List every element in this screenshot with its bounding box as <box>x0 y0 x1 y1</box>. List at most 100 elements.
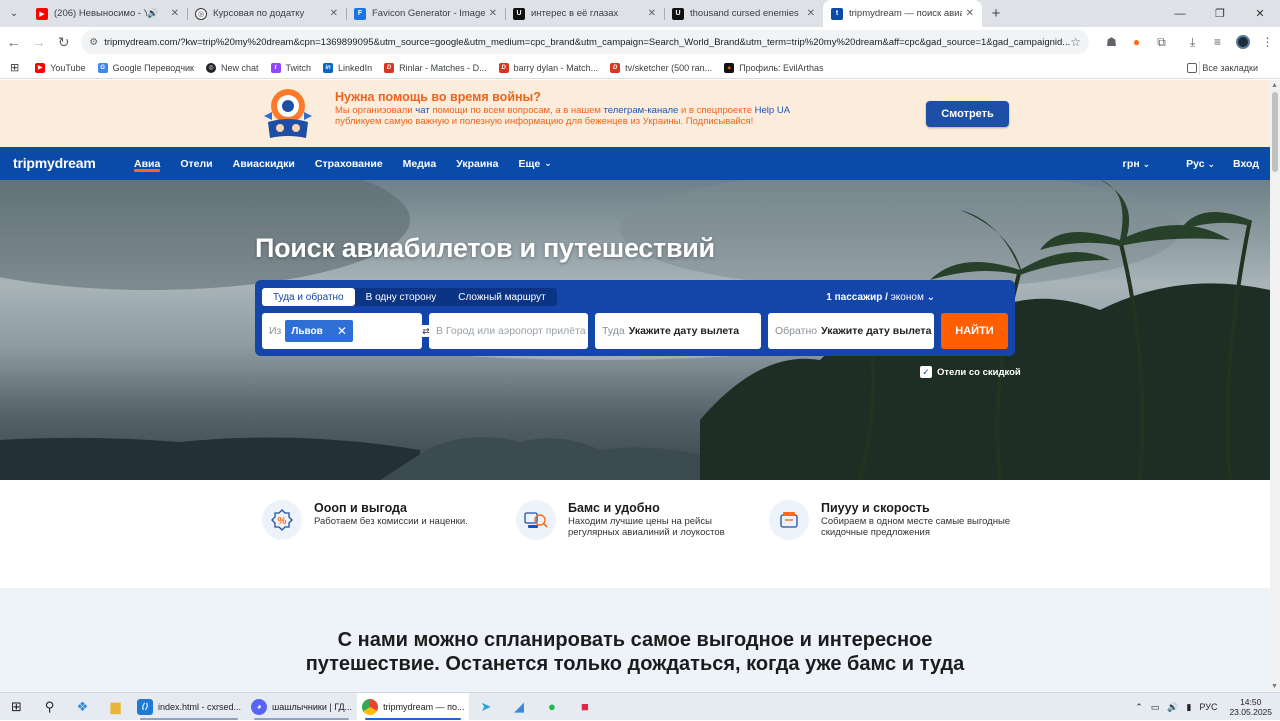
extension-icon[interactable]: ● <box>1124 30 1149 54</box>
scroll-up-icon[interactable]: ▲ <box>1271 82 1278 89</box>
bookmark-youtube[interactable]: ▶ YouTube <box>35 62 86 73</box>
back-button[interactable]: ← <box>2 29 25 55</box>
jetbrains-icon[interactable]: ■ <box>568 693 601 721</box>
profile-avatar[interactable] <box>1230 30 1255 54</box>
copilot-icon[interactable]: ❖ <box>66 693 99 721</box>
tab-tripmydream[interactable]: t tripmydream — поиск авиабилетов ✕ <box>823 0 982 27</box>
telegram-icon[interactable]: ➤ <box>469 693 502 721</box>
vpn-icon[interactable]: ◢ <box>502 693 535 721</box>
extension-icon[interactable]: ☗ <box>1099 30 1124 54</box>
return-value: Укажите дату вылета <box>821 325 932 337</box>
forward-button[interactable]: → <box>27 29 50 55</box>
bookmark-label: Все закладки <box>1202 62 1258 73</box>
to-field[interactable]: В Город или аэропорт прилёта <box>429 313 588 349</box>
tab-coursework[interactable]: ◎ Курсовая по додатку ✕ <box>187 0 346 27</box>
bookmark-faceit[interactable]: ▲ Профиль: EvilArthas <box>724 62 824 73</box>
translate-icon: G <box>97 62 108 73</box>
from-field[interactable]: Из Львов ✕ <box>262 313 422 349</box>
taskbar-app-discord[interactable]: ◕ шашлычники | ГД... <box>246 693 357 721</box>
bookmark-translate[interactable]: G Google Переводчик <box>97 62 194 73</box>
page-scrollbar[interactable]: ▲ ▼ <box>1270 80 1280 692</box>
banner-view-button[interactable]: Смотреть <box>926 101 1009 127</box>
reload-button[interactable]: ↻ <box>52 29 75 55</box>
close-icon[interactable]: ✕ <box>330 8 338 19</box>
remove-icon[interactable]: ✕ <box>337 324 347 338</box>
new-tab-button[interactable]: + <box>982 0 1010 27</box>
language-label: Рус <box>1186 157 1205 170</box>
tab-interest[interactable]: U интерес в её глазах ✕ <box>505 0 664 27</box>
tab-youtube[interactable]: ▶ (206) Невыносимо - YouTube 🔊 ✕ <box>28 0 187 27</box>
clock[interactable]: 14:50 23.05.2025 <box>1229 697 1272 717</box>
return-date-field[interactable]: Обратно Укажите дату вылета <box>768 313 934 349</box>
taskbar-app-chrome[interactable]: tripmydream — по... <box>357 692 470 721</box>
search-icon[interactable]: ⚲ <box>33 693 66 721</box>
menu-icon[interactable]: ⋮ <box>1255 30 1280 54</box>
login-link[interactable]: Вход <box>1233 158 1259 170</box>
minimize-button[interactable]: — <box>1160 0 1200 27</box>
bookmark-label: LinkedIn <box>338 62 373 73</box>
nav-hotels[interactable]: Отели <box>180 147 212 180</box>
bookmark-label: Профиль: EvilArthas <box>739 62 824 73</box>
bookmark-new-chat[interactable]: ◎ New chat <box>206 62 259 73</box>
bookmark-twitch[interactable]: t Twitch <box>270 62 311 73</box>
network-icon[interactable]: ▭ <box>1151 702 1160 713</box>
close-icon[interactable]: ✕ <box>648 8 656 19</box>
search-button[interactable]: НАЙТИ <box>941 313 1008 349</box>
input-language[interactable]: РУС <box>1199 702 1217 712</box>
tab-search-button[interactable]: ⌄ <box>0 0 28 27</box>
depart-date-field[interactable]: Туда Укажите дату вылета <box>595 313 761 349</box>
site-info-icon[interactable]: ⚙ <box>89 37 98 48</box>
nav-insurance[interactable]: Страхование <box>315 147 383 180</box>
apps-grid-icon[interactable]: ⊞ <box>10 61 19 74</box>
nav-deals[interactable]: Авиаскидки <box>233 147 295 180</box>
close-icon[interactable]: ✕ <box>171 8 179 19</box>
site-logo[interactable]: tripmydream <box>13 155 96 171</box>
bookmark-star-icon[interactable]: ☆ <box>1070 35 1081 49</box>
banner-helpua-link[interactable]: Help UA <box>755 105 790 116</box>
currency-select[interactable]: грн ⌄ <box>1105 158 1151 170</box>
tab-thousand-cursed[interactable]: U thousand cursed enemies ✕ <box>664 0 823 27</box>
volume-icon[interactable]: 🔊 <box>1167 702 1178 713</box>
chevron-up-icon[interactable]: ⌃ <box>1135 702 1143 713</box>
close-icon[interactable]: ✕ <box>807 8 815 19</box>
bookmark-sketcher[interactable]: Dtv/sketcher (500 ran... <box>610 62 712 73</box>
spotify-icon[interactable]: ● <box>535 693 568 721</box>
taskbar-app-vscode[interactable]: ⟨⟩ index.html - cxrsed... <box>132 693 246 721</box>
nav-ukraine[interactable]: Украина <box>456 147 498 180</box>
scrollbar-thumb[interactable] <box>1272 92 1278 172</box>
tab-multi-city[interactable]: Сложный маршрут <box>447 288 556 306</box>
close-icon[interactable]: ✕ <box>966 8 974 19</box>
address-bar[interactable]: ⚙ tripmydream.com/?kw=trip%20my%20dream&… <box>81 30 1089 54</box>
passengers-select[interactable]: 1 пассажир / эконом ⌄ <box>826 292 935 303</box>
scroll-down-icon[interactable]: ▼ <box>1271 683 1278 690</box>
nav-media[interactable]: Медиа <box>403 147 437 180</box>
battery-icon[interactable]: ▮ <box>1186 702 1191 713</box>
close-icon[interactable]: ✕ <box>489 8 497 19</box>
bookmark-rinlar[interactable]: D Rinlar - Matches - D... <box>384 62 487 73</box>
language-select[interactable]: Рус ⌄ <box>1168 158 1215 170</box>
banner-telegram-link[interactable]: телеграм-канале <box>604 105 679 116</box>
bookmark-linkedin[interactable]: in LinkedIn <box>323 62 373 73</box>
tab-favicon-generator[interactable]: F Favicon Generator - Image to Favicon ✕ <box>346 0 505 27</box>
bookmarks-bar: ⊞ ▶ YouTube G Google Переводчик ◎ New chat … <box>0 57 1280 79</box>
nav-more[interactable]: Еще ⌄ <box>518 147 551 180</box>
download-icon[interactable]: ⤓ <box>1180 30 1205 54</box>
windows-start-icon[interactable]: ⊞ <box>0 693 33 721</box>
tab-round-trip[interactable]: Туда и обратно <box>262 288 355 306</box>
restore-button[interactable]: ❐ <box>1200 0 1240 27</box>
depart-value: Укажите дату вылета <box>628 325 740 337</box>
audio-icon[interactable]: 🔊 <box>147 8 158 19</box>
nav-avia[interactable]: Авиа <box>134 147 161 180</box>
banner-text-part: помощи по всем вопросам, а в нашем <box>429 105 604 116</box>
from-label: Из <box>269 325 282 337</box>
tab-strip: ⌄ ▶ (206) Невыносимо - YouTube 🔊 ✕ ◎ Кур… <box>0 0 1280 27</box>
banner-chat-link[interactable]: чат <box>415 105 429 116</box>
extensions-puzzle-icon[interactable]: ⧉ <box>1149 30 1174 54</box>
hotels-discount-checkbox[interactable]: ✓ Отели со скидкой <box>920 366 1021 378</box>
bookmark-barry[interactable]: Dbarry dylan - Match... <box>498 62 598 73</box>
close-window-button[interactable]: ✕ <box>1240 0 1280 27</box>
file-explorer-icon[interactable]: ▆ <box>99 693 132 721</box>
tab-one-way[interactable]: В одну сторону <box>355 288 448 306</box>
media-control-icon[interactable]: ≡ <box>1205 30 1230 54</box>
all-bookmarks[interactable]: Все закладки <box>1187 62 1258 73</box>
